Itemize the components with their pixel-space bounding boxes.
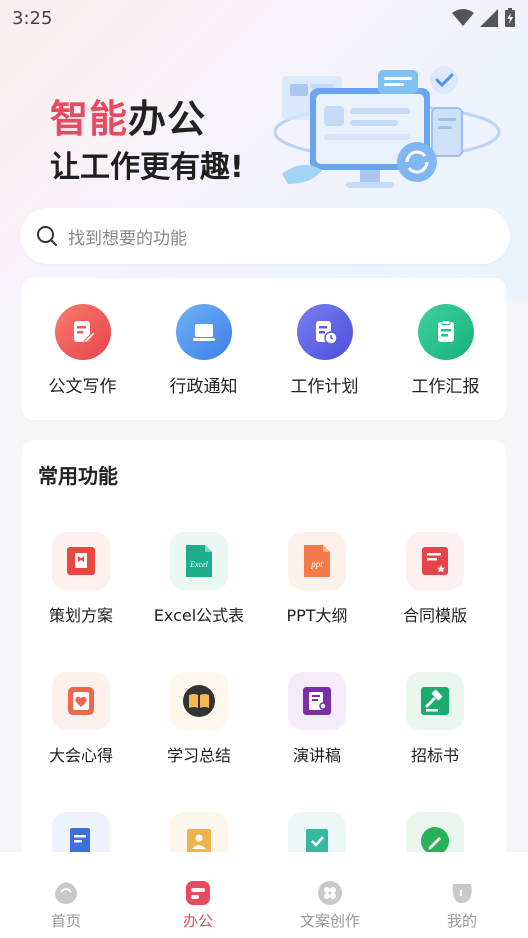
- status-icons: [452, 8, 516, 28]
- contract-icon: [406, 532, 464, 590]
- section-title: 常用功能: [38, 464, 118, 488]
- feature-label: 大会心得: [48, 746, 113, 765]
- speech-doc-icon: [288, 672, 346, 730]
- profile-icon: [452, 884, 472, 904]
- home-icon: [55, 882, 77, 904]
- nav-tab-profile[interactable]: 我的: [396, 880, 528, 931]
- nav-tab-create[interactable]: 文案创作: [264, 880, 396, 931]
- hero-subtitle: 让工作更有趣!: [50, 150, 244, 185]
- ppt-icon: ppt: [288, 532, 346, 590]
- common-functions-card: 常用功能 策划方案 Excel Excel公式表 ppt PPT大纲 合同模版: [22, 440, 506, 870]
- feature-excel-formula[interactable]: Excel Excel公式表: [140, 532, 258, 626]
- feature-speech-draft[interactable]: 演讲稿: [258, 672, 376, 766]
- feature-study-summary[interactable]: 学习总结: [140, 672, 258, 766]
- excel-icon-text: Excel: [189, 560, 209, 569]
- status-time: 3:25: [12, 7, 53, 29]
- battery-icon: [505, 8, 515, 27]
- quick-action-label: 公文写作: [48, 377, 117, 397]
- gavel-icon: [406, 672, 464, 730]
- grid-row: 策划方案 Excel Excel公式表 ppt PPT大纲 合同模版: [22, 532, 506, 626]
- clipboard-icon: [417, 304, 474, 360]
- nav-label: 首页: [50, 912, 81, 930]
- office-illustration: [273, 66, 501, 188]
- quick-action-work-plan[interactable]: 工作计划: [270, 304, 380, 420]
- quick-actions-card: 公文写作 行政通知 工作计划 工作汇报: [22, 278, 506, 420]
- heart-notebook-icon: [52, 672, 110, 730]
- feature-tender-document[interactable]: 招标书: [376, 672, 494, 766]
- feature-ppt-outline[interactable]: ppt PPT大纲: [258, 532, 376, 626]
- nav-tab-home[interactable]: 首页: [0, 880, 132, 931]
- bookmark-doc-icon: [52, 532, 110, 590]
- doc-clock-icon: [296, 304, 353, 360]
- hero-title: 智能办公: [50, 88, 206, 143]
- quick-action-admin-notice[interactable]: 行政通知: [149, 304, 259, 420]
- bottom-navigation: 首页 办公 文案创作 我的: [0, 852, 528, 938]
- status-bar: 3:25: [0, 0, 528, 36]
- office-icon: [186, 881, 210, 905]
- feature-label: Excel公式表: [153, 606, 245, 625]
- feature-label: 合同模版: [402, 606, 467, 625]
- feature-label: 演讲稿: [292, 746, 341, 765]
- ppt-icon-text: ppt: [310, 559, 323, 569]
- search-icon: [37, 226, 57, 246]
- feature-label: 策划方案: [48, 606, 113, 625]
- feature-planning-proposal[interactable]: 策划方案: [22, 532, 140, 626]
- feature-contract-template[interactable]: 合同模版: [376, 532, 494, 626]
- nav-label: 文案创作: [299, 912, 360, 930]
- nav-label: 办公: [182, 912, 213, 930]
- quick-action-official-writing[interactable]: 公文写作: [28, 304, 138, 420]
- create-icon: [318, 881, 342, 905]
- quick-action-work-report[interactable]: 工作汇报: [391, 304, 501, 420]
- hero-title-rest: 办公: [128, 97, 207, 141]
- pencil-doc-icon: [54, 304, 111, 360]
- search-bar[interactable]: 找到想要的功能: [20, 208, 510, 264]
- open-book-icon: [170, 672, 228, 730]
- search-placeholder: 找到想要的功能: [68, 228, 187, 249]
- quick-action-label: 工作计划: [290, 377, 359, 397]
- quick-action-label: 工作汇报: [411, 377, 480, 397]
- signal-icon: [480, 9, 498, 27]
- quick-action-label: 行政通知: [169, 377, 238, 397]
- grid-row: 大会心得 学习总结 演讲稿 招标书: [22, 672, 506, 766]
- nav-tab-office[interactable]: 办公: [132, 880, 264, 931]
- feature-label: 招标书: [410, 746, 459, 765]
- excel-icon: Excel: [170, 532, 228, 590]
- feature-label: 学习总结: [166, 746, 231, 765]
- feature-label: PPT大纲: [286, 606, 348, 625]
- hero-title-accent: 智能: [50, 97, 129, 141]
- nav-label: 我的: [446, 912, 477, 930]
- laptop-icon: [175, 304, 232, 360]
- feature-meeting-notes[interactable]: 大会心得: [22, 672, 140, 766]
- wifi-icon: [452, 9, 474, 26]
